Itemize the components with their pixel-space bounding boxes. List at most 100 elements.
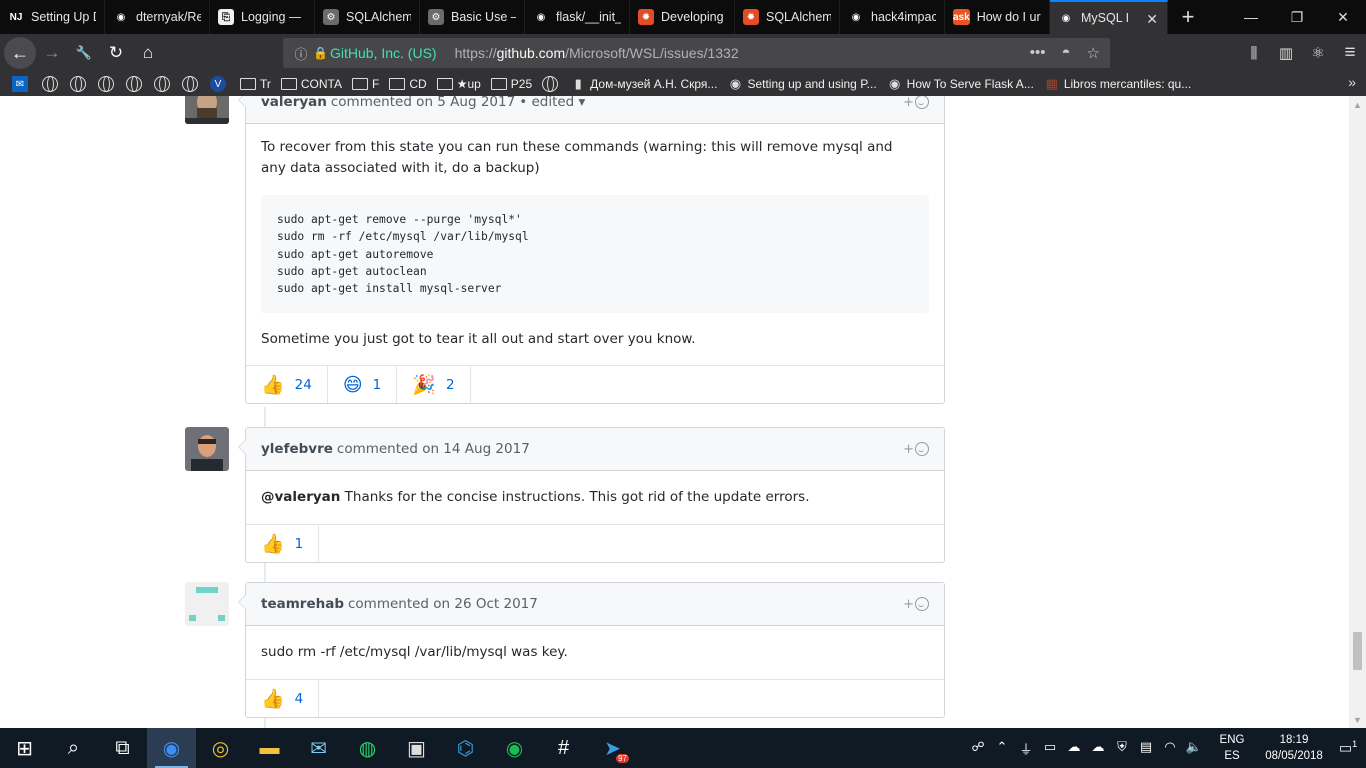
bookmark-item[interactable]: CONTA xyxy=(280,77,342,91)
people-icon[interactable]: ☍ xyxy=(966,739,990,758)
reaction-thumbs-up[interactable]: 👍 24 xyxy=(246,366,328,404)
pocket-icon[interactable]: ◓ xyxy=(1061,44,1070,62)
browser-tab[interactable]: ⎘ Logging — xyxy=(210,0,315,34)
edited-dropdown[interactable]: • edited ▾ xyxy=(519,96,585,110)
browser-tab[interactable]: ◉ flask/__init_ xyxy=(525,0,630,34)
browser-tab[interactable]: ✹ SQLAlchem xyxy=(735,0,840,34)
bookmark-item[interactable]: ★up xyxy=(436,77,481,91)
reaction-laugh[interactable]: 😄 1 xyxy=(328,366,398,404)
avatar[interactable] xyxy=(185,427,229,471)
onedrive-icon[interactable]: ☁ xyxy=(1086,739,1110,758)
file-explorer-button[interactable]: ▬ xyxy=(245,728,294,768)
close-tab-icon[interactable]: ✕ xyxy=(1146,11,1158,28)
comment-timestamp[interactable]: commented on 14 Aug 2017 xyxy=(337,441,530,457)
bookmark-item[interactable]: ◉ How To Serve Flask A... xyxy=(887,76,1034,92)
add-reaction-button[interactable]: + xyxy=(903,597,929,612)
browser-tab[interactable]: ◉ dternyak/Re xyxy=(105,0,210,34)
mail-button[interactable]: ✉ xyxy=(294,728,343,768)
comment-author[interactable]: ylefebvre xyxy=(261,441,333,457)
page-actions-icon[interactable]: ••• xyxy=(1030,44,1046,62)
avatar[interactable] xyxy=(185,582,229,626)
volume-icon[interactable]: 🔈 xyxy=(1182,739,1206,758)
scrollbar-thumb[interactable] xyxy=(1353,632,1362,670)
bookmark-star-icon[interactable]: ☆ xyxy=(1087,44,1100,62)
globe-icon[interactable] xyxy=(154,76,170,92)
globe-icon[interactable] xyxy=(70,76,86,92)
minimize-icon[interactable]: — xyxy=(1228,0,1274,34)
bookmarks-overflow-icon[interactable]: » xyxy=(1348,74,1356,90)
reaction-thumbs-up[interactable]: 👍 1 xyxy=(246,525,320,562)
scroll-up-icon[interactable]: ▲ xyxy=(1349,96,1366,113)
monitor-icon[interactable]: ▤ xyxy=(1134,739,1158,758)
vertical-scrollbar[interactable]: ▲ ▼ xyxy=(1349,96,1366,728)
hamburger-menu-icon[interactable]: ≡ xyxy=(1334,42,1366,64)
bookmark-item[interactable]: V xyxy=(210,76,230,92)
cloud-icon[interactable]: ☁ xyxy=(1062,739,1086,758)
bookmark-item[interactable]: ▮ Дом-музей А.Н. Скря... xyxy=(570,76,718,92)
reaction-hooray[interactable]: 🎉 2 xyxy=(397,366,471,404)
restore-icon[interactable]: ❐ xyxy=(1274,0,1320,34)
browser-tab[interactable]: ⚙ Basic Use – xyxy=(420,0,525,34)
bookmark-item[interactable]: ◉ Setting up and using P... xyxy=(727,76,877,92)
comment-timestamp[interactable]: commented on 26 Oct 2017 xyxy=(348,596,538,612)
spotify-button[interactable]: ◉ xyxy=(490,728,539,768)
search-button[interactable]: ⌕ xyxy=(49,728,98,768)
language-indicator[interactable]: ENG ES xyxy=(1212,732,1252,764)
close-window-icon[interactable]: ✕ xyxy=(1320,0,1366,34)
scroll-down-icon[interactable]: ▼ xyxy=(1349,711,1366,728)
telegram-button[interactable]: ➤ 97 xyxy=(588,728,637,768)
globe-icon[interactable] xyxy=(542,76,559,92)
chevron-up-icon[interactable]: ⌃ xyxy=(990,739,1014,758)
new-tab-button[interactable]: + xyxy=(1168,0,1208,34)
firefox-button[interactable]: ◉ xyxy=(147,728,196,768)
globe-icon[interactable] xyxy=(42,76,58,92)
chrome-button[interactable]: ◎ xyxy=(196,728,245,768)
comment-timestamp[interactable]: commented on 5 Aug 2017 xyxy=(331,96,515,110)
defender-icon[interactable]: ⛨ xyxy=(1110,739,1134,758)
usb-icon[interactable]: ⏚ xyxy=(1014,739,1038,758)
network-icon[interactable]: ▭ xyxy=(1038,739,1062,758)
start-button[interactable]: ⊞ xyxy=(0,728,49,768)
browser-tab[interactable]: NJ Setting Up Da xyxy=(0,0,105,34)
add-reaction-button[interactable]: + xyxy=(903,442,929,457)
bookmark-item[interactable]: CD xyxy=(389,77,427,91)
globe-icon[interactable] xyxy=(182,76,198,92)
bookmark-item[interactable]: ▦ Libros mercantiles: qu... xyxy=(1044,76,1192,92)
terminal-button[interactable]: ▣ xyxy=(392,728,441,768)
task-view-button[interactable]: ⧉ xyxy=(98,728,147,768)
bookmark-item[interactable]: P25 xyxy=(490,77,532,91)
browser-tab[interactable]: ◉ hack4impac xyxy=(840,0,945,34)
user-mention-link[interactable]: @valeryan xyxy=(261,489,340,505)
address-bar[interactable]: ⓘ 🔒 GitHub, Inc. (US) https://github.com… xyxy=(283,38,1110,68)
browser-tab[interactable]: ⚙ SQLAlchem xyxy=(315,0,420,34)
whatsapp-button[interactable]: ◍ xyxy=(343,728,392,768)
home-button[interactable]: ⌂ xyxy=(132,37,164,69)
forward-button[interactable]: → xyxy=(36,37,68,69)
globe-icon[interactable] xyxy=(126,76,142,92)
slack-button[interactable]: # xyxy=(539,728,588,768)
globe-icon[interactable] xyxy=(98,76,114,92)
tools-button[interactable]: 🔧 xyxy=(68,37,100,69)
react-devtools-icon[interactable]: ⚛ xyxy=(1302,44,1334,62)
bookmark-item[interactable]: Tr xyxy=(240,77,271,91)
bookmark-item[interactable]: F xyxy=(352,77,379,91)
browser-tab[interactable]: ◉ MySQL I ✕ xyxy=(1050,0,1168,34)
back-button[interactable]: ← xyxy=(4,37,36,69)
action-center-button[interactable]: ▭1 xyxy=(1330,739,1366,757)
comment-author[interactable]: valeryan xyxy=(261,96,327,110)
browser-tab[interactable]: ask How do I ur xyxy=(945,0,1050,34)
wifi-icon[interactable]: ◠ xyxy=(1158,739,1182,758)
site-info-icon[interactable]: ⓘ xyxy=(291,44,311,63)
site-identity[interactable]: GitHub, Inc. (US) xyxy=(330,45,437,61)
sidebar-icon[interactable]: ▥ xyxy=(1270,44,1302,62)
comment-author[interactable]: teamrehab xyxy=(261,596,344,612)
reaction-thumbs-up[interactable]: 👍 4 xyxy=(246,680,320,717)
reload-button[interactable]: ↻ xyxy=(100,37,132,69)
bookmark-item[interactable]: ✉ xyxy=(12,76,32,92)
add-reaction-button[interactable]: + xyxy=(903,96,929,110)
browser-tab[interactable]: ✹ Developing xyxy=(630,0,735,34)
clock[interactable]: 18:19 08/05/2018 xyxy=(1258,732,1330,764)
vscode-button[interactable]: ⌬ xyxy=(441,728,490,768)
avatar[interactable] xyxy=(185,96,229,124)
library-icon[interactable]: ⫼ xyxy=(1238,45,1270,62)
